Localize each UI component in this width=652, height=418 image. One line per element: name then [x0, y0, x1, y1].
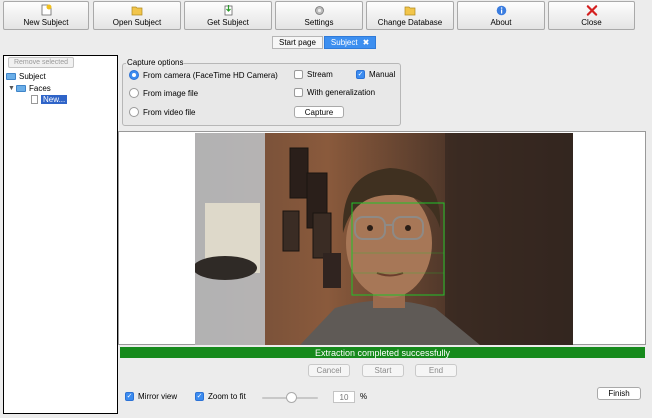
zoom-to-fit-label: Zoom to fit — [208, 392, 246, 401]
new-document-icon — [40, 4, 52, 16]
folder-icon — [404, 4, 416, 16]
tree-node-faces-label: Faces — [29, 84, 51, 93]
from-camera-option[interactable]: From camera (FaceTime HD Camera) — [129, 70, 278, 80]
from-image-radio[interactable] — [129, 88, 139, 98]
folder-icon — [16, 85, 26, 92]
status-bar: Extraction completed successfully — [120, 347, 645, 358]
tab-start-page[interactable]: Start page — [272, 36, 323, 49]
get-subject-label: Get Subject — [207, 18, 249, 27]
get-subject-button[interactable]: Get Subject — [184, 1, 272, 30]
folder-icon — [6, 73, 16, 80]
capture-button[interactable]: Capture — [294, 106, 344, 118]
document-icon — [31, 95, 38, 104]
manual-checkbox[interactable]: ✓ — [356, 70, 365, 79]
tab-subject[interactable]: Subject ✖ — [323, 36, 377, 49]
mirror-view-checkbox[interactable]: ✓ — [125, 392, 134, 401]
about-label: About — [490, 18, 512, 27]
gear-icon — [313, 4, 325, 16]
manual-label: Manual — [369, 70, 396, 79]
zoom-input[interactable]: 10 — [333, 391, 355, 403]
start-button[interactable]: Start — [362, 364, 404, 377]
about-button[interactable]: About — [457, 1, 545, 30]
zoom-slider-thumb[interactable] — [286, 392, 297, 403]
close-label: Close — [581, 18, 602, 27]
finish-button[interactable]: Finish — [597, 387, 641, 400]
change-database-button[interactable]: Change Database — [366, 1, 454, 30]
capture-options-legend: Capture options — [126, 58, 185, 67]
zoom-to-fit-checkbox[interactable]: ✓ — [195, 392, 204, 401]
tab-close-icon[interactable]: ✖ — [363, 37, 370, 49]
zoom-to-fit-option[interactable]: ✓ Zoom to fit — [195, 392, 246, 401]
new-subject-label: New Subject — [23, 18, 69, 27]
tree-node-new[interactable]: New... — [31, 94, 69, 105]
info-icon — [495, 4, 507, 16]
mirror-view-label: Mirror view — [138, 392, 178, 401]
from-video-label: From video file — [143, 107, 196, 117]
camera-view — [118, 131, 646, 345]
cancel-button[interactable]: Cancel — [308, 364, 350, 377]
tab-bar: Start page Subject ✖ — [272, 36, 377, 49]
open-folder-icon — [131, 4, 143, 16]
from-video-radio[interactable] — [129, 107, 139, 117]
close-button[interactable]: Close — [548, 1, 635, 30]
from-image-option[interactable]: From image file — [129, 88, 198, 98]
stream-checkbox[interactable] — [294, 70, 303, 79]
from-video-option[interactable]: From video file — [129, 107, 195, 117]
chevron-down-icon[interactable]: ▼ — [8, 85, 16, 92]
with-generalization-label: With generalization — [307, 88, 376, 97]
open-subject-button[interactable]: Open Subject — [93, 1, 181, 30]
from-image-label: From image file — [143, 88, 199, 98]
tab-start-page-label: Start page — [279, 37, 316, 47]
stream-label: Stream — [307, 70, 333, 79]
settings-label: Settings — [304, 18, 334, 27]
open-subject-label: Open Subject — [112, 18, 162, 27]
change-database-label: Change Database — [377, 18, 443, 27]
tree-node-subject-label: Subject — [19, 72, 46, 81]
from-camera-label: From camera (FaceTime HD Camera) — [143, 70, 278, 80]
get-subject-icon — [222, 4, 234, 16]
zoom-percent-label: % — [360, 392, 368, 401]
stream-option[interactable]: Stream — [294, 70, 333, 79]
with-generalization-option[interactable]: With generalization — [294, 88, 375, 97]
mirror-view-option[interactable]: ✓ Mirror view — [125, 392, 177, 401]
camera-feed-image — [195, 133, 573, 345]
settings-button[interactable]: Settings — [275, 1, 363, 30]
with-generalization-checkbox[interactable] — [294, 88, 303, 97]
tree-node-subject[interactable]: Subject — [6, 71, 46, 82]
from-camera-radio[interactable] — [129, 70, 139, 80]
close-icon — [586, 4, 598, 16]
main-toolbar: New Subject Open Subject Get Subject Set… — [0, 0, 652, 32]
end-button[interactable]: End — [415, 364, 457, 377]
manual-option[interactable]: ✓ Manual — [356, 70, 395, 79]
subject-tree-panel: Remove selected Subject ▼ Faces New... — [3, 55, 118, 414]
tree-node-new-label: New... — [39, 94, 69, 105]
tab-subject-label: Subject — [330, 37, 358, 47]
new-subject-button[interactable]: New Subject — [3, 1, 89, 30]
tree-node-faces[interactable]: ▼ Faces — [8, 83, 51, 94]
remove-selected-button[interactable]: Remove selected — [8, 57, 74, 68]
